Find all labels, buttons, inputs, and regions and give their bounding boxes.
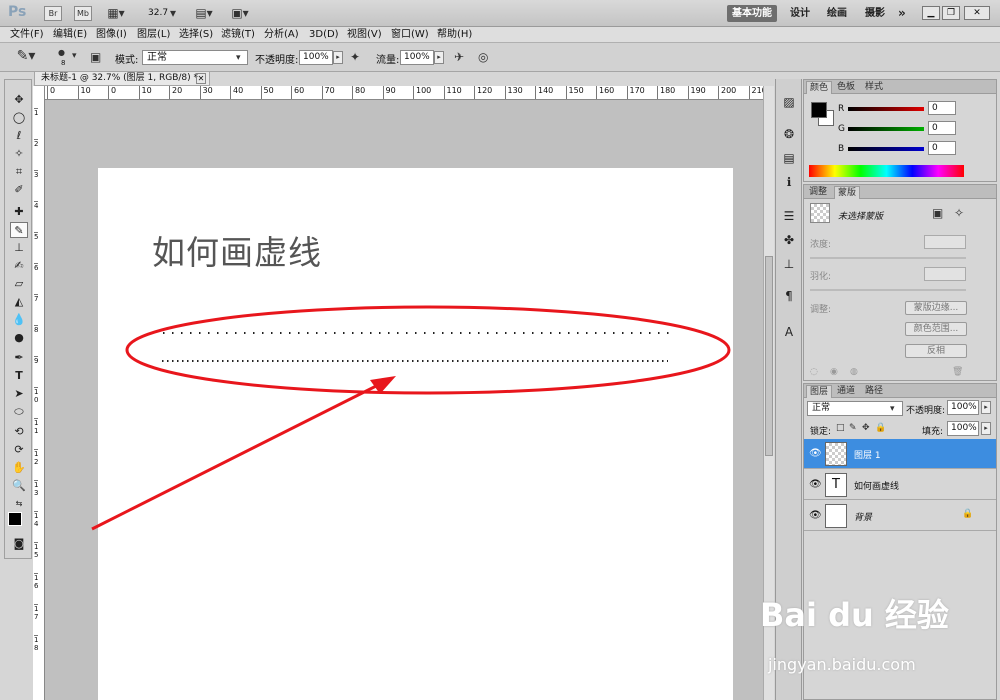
layer-name: 图层 1 <box>854 451 881 461</box>
r-slider[interactable] <box>848 107 924 111</box>
layer-row-text[interactable]: 👁 T 如何画虚线 <box>804 470 996 500</box>
info-icon[interactable]: ℹ <box>780 173 798 191</box>
density-slider[interactable] <box>810 257 966 259</box>
vector-mask-icon[interactable]: ✧ <box>954 206 964 220</box>
density-field[interactable] <box>924 235 966 249</box>
layer-opacity-field[interactable]: 100% <box>947 400 979 415</box>
b-label: B <box>838 144 845 154</box>
r-label: R <box>838 104 845 114</box>
g-value[interactable]: 0 <box>928 121 956 135</box>
fg-color-swatch[interactable] <box>811 102 827 118</box>
visibility-eye-icon[interactable]: 👁 <box>809 510 822 521</box>
lock-label: 锁定: <box>810 427 832 437</box>
g-slider[interactable] <box>848 127 924 131</box>
tab-adjustments[interactable]: 调整 <box>806 186 830 199</box>
color-range-button[interactable]: 颜色范围... <box>905 322 967 336</box>
text-layer-thumbnail: T <box>825 473 847 497</box>
tool-presets-icon[interactable]: ⊥ <box>780 255 798 273</box>
layer-thumbnail <box>825 442 847 466</box>
history-icon[interactable]: ▨ <box>780 93 798 111</box>
layer-row-background[interactable]: 👁 背景 🔒 <box>804 501 996 531</box>
clone-source-icon[interactable]: ✤ <box>780 231 798 249</box>
load-selection-icon[interactable]: ◌ <box>810 365 818 379</box>
layer-name: 如何画虚线 <box>854 482 900 492</box>
tab-styles[interactable]: 样式 <box>862 81 886 94</box>
feather-label: 羽化: <box>810 272 832 282</box>
fill-field[interactable]: 100% <box>947 421 979 436</box>
layer-opacity-slider-icon[interactable]: ▸ <box>981 401 991 414</box>
color-panel: 颜色 色板 样式 R 0 G 0 B 0 <box>803 79 997 182</box>
baidu-watermark: Bai du 经验 <box>760 596 949 634</box>
layer-row-layer1[interactable]: 👁 图层 1 <box>804 439 996 469</box>
histogram-icon[interactable]: ▤ <box>780 149 798 167</box>
visibility-eye-icon[interactable]: 👁 <box>809 448 822 459</box>
masks-panel: 调整 蒙版 未选择蒙版 ▣ ✧ 浓度: 羽化: 调整: 蒙版边缘... 颜色范围… <box>803 184 997 381</box>
layer-thumbnail <box>825 504 847 528</box>
feather-field[interactable] <box>924 267 966 281</box>
baidu-watermark-url: jingyan.baidu.com <box>768 655 916 674</box>
tab-masks[interactable]: 蒙版 <box>834 186 861 199</box>
lock-transparency-icon[interactable]: □ <box>836 421 845 435</box>
fill-slider-icon[interactable]: ▸ <box>981 422 991 435</box>
tab-color[interactable]: 颜色 <box>806 81 833 94</box>
fill-label: 填充: <box>922 427 944 437</box>
b-value[interactable]: 0 <box>928 141 956 155</box>
apply-mask-icon[interactable]: ◉ <box>830 365 838 379</box>
tab-swatches[interactable]: 色板 <box>834 81 858 94</box>
r-value[interactable]: 0 <box>928 101 956 115</box>
scrollbar-thumb[interactable] <box>765 256 773 456</box>
no-mask-label: 未选择蒙版 <box>838 212 884 222</box>
visibility-eye-icon[interactable]: 👁 <box>809 479 822 490</box>
character-icon[interactable]: A <box>780 323 798 341</box>
blend-mode-select[interactable]: 正常 <box>807 401 903 416</box>
g-label: G <box>838 124 845 134</box>
layer-name: 背景 <box>854 513 873 523</box>
tab-paths[interactable]: 路径 <box>862 385 886 398</box>
mask-thumbnail <box>810 203 830 223</box>
layer-opacity-label: 不透明度: <box>906 406 946 416</box>
refine-label: 调整: <box>810 305 832 315</box>
density-label: 浓度: <box>810 240 832 250</box>
red-ellipse-annotation <box>125 305 731 395</box>
tab-layers[interactable]: 图层 <box>806 385 833 398</box>
tab-channels[interactable]: 通道 <box>834 385 858 398</box>
disable-mask-icon[interactable]: ◍ <box>850 365 858 379</box>
lock-pixels-icon[interactable]: ✎ <box>849 421 857 435</box>
layers-panel: 图层 通道 路径 正常 ▾ 不透明度: 100% ▸ 锁定: □ ✎ ✥ 🔒 填… <box>803 383 997 700</box>
brush-presets-icon[interactable]: ☰ <box>780 207 798 225</box>
lock-all-icon[interactable]: 🔒 <box>875 421 886 435</box>
lock-position-icon[interactable]: ✥ <box>862 421 870 435</box>
blend-mode-dropdown-icon[interactable]: ▾ <box>890 402 895 416</box>
delete-mask-icon[interactable]: 🗑 <box>952 365 963 379</box>
mask-edge-button[interactable]: 蒙版边缘... <box>905 301 967 315</box>
feather-slider[interactable] <box>810 289 966 291</box>
invert-button[interactable]: 反相 <box>905 344 967 358</box>
navigator-icon[interactable]: ❂ <box>780 125 798 143</box>
paragraph-icon[interactable]: ¶ <box>780 287 798 305</box>
pixel-mask-icon[interactable]: ▣ <box>932 206 943 220</box>
lock-icon: 🔒 <box>962 509 974 519</box>
b-slider[interactable] <box>848 147 924 151</box>
color-spectrum-bar[interactable] <box>809 165 964 177</box>
red-arrow-annotation <box>91 379 387 531</box>
